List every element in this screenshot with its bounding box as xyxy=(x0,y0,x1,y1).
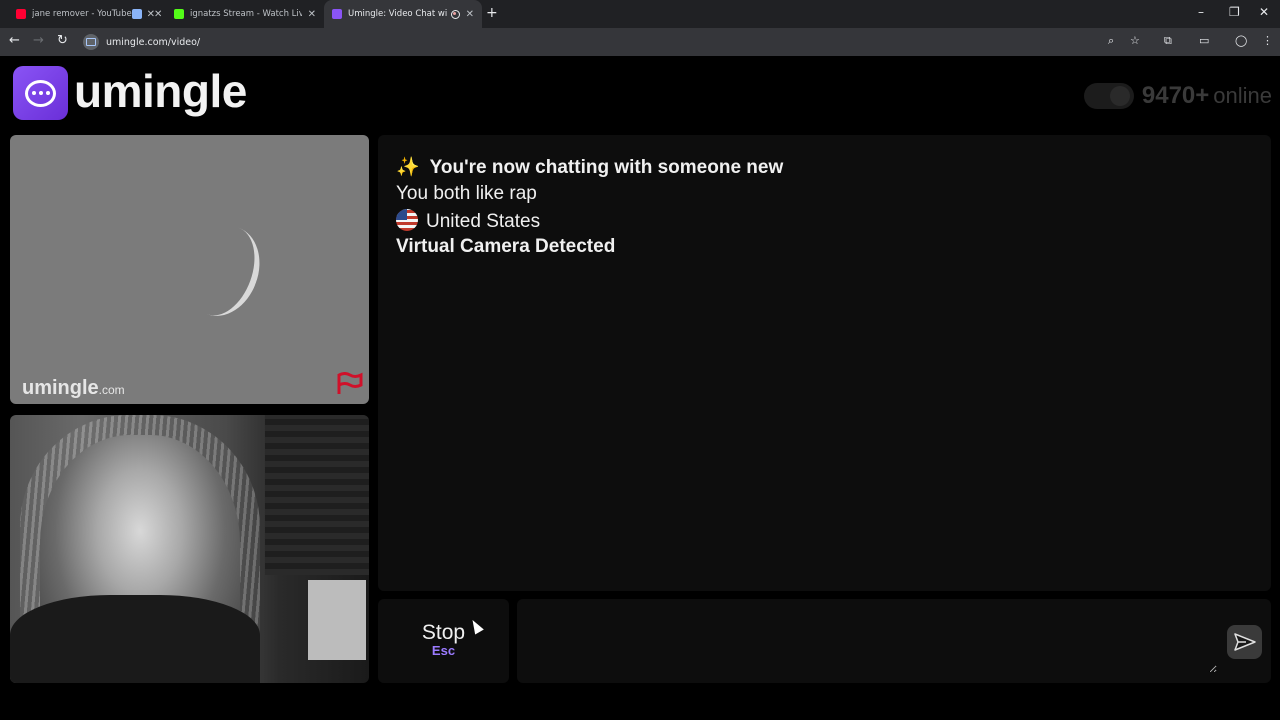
theme-toggle[interactable] xyxy=(1083,83,1134,109)
address-bar[interactable]: umingle.com/video/ xyxy=(82,31,1152,53)
new-tab-plus-icon[interactable]: + xyxy=(486,5,498,21)
chat-line: You're now chatting with someone new xyxy=(429,157,784,178)
online-status: 9470+ online xyxy=(1083,82,1272,110)
close-icon[interactable]: ✕ xyxy=(466,9,474,20)
self-video xyxy=(10,415,369,683)
chat-virtual-camera-warning: Virtual Camera Detected xyxy=(396,236,616,257)
background-object xyxy=(308,580,366,660)
chat-bubble-icon xyxy=(25,79,56,107)
tab-umingle[interactable]: Umingle: Video Chat with S ✕ xyxy=(324,0,482,28)
browser-tab-bar: jane remover - YouTube ✕ ✕ ignatzs Strea… xyxy=(0,0,1280,28)
chat-log: ✨ You're now chatting with someone new Yo… xyxy=(378,135,1271,591)
chat-common-interest: You both like rap xyxy=(396,183,537,204)
online-label: online xyxy=(1213,83,1272,108)
tab-kick-stream[interactable]: ignatzs Stream - Watch Live on ✕ xyxy=(166,0,324,28)
loading-spinner-icon xyxy=(174,215,272,327)
tab-unnamed[interactable]: ✕ xyxy=(124,0,164,28)
minimize-icon[interactable]: – xyxy=(1198,5,1204,19)
tab-favicon-icon xyxy=(132,9,142,19)
stop-button[interactable]: Stop Esc xyxy=(378,599,509,683)
url-text: umingle.com/video/ xyxy=(106,36,201,48)
recording-indicator-icon xyxy=(450,9,460,19)
back-arrow-icon[interactable]: ← xyxy=(9,33,20,48)
page: umingle 9470+ online umingle.com ✨ You're… xyxy=(0,56,1280,720)
logo-text[interactable]: umingle xyxy=(74,64,247,118)
us-flag-icon xyxy=(396,209,418,231)
message-composer xyxy=(517,599,1271,683)
tab-title: Umingle: Video Chat with S xyxy=(348,9,447,19)
chat-system-message: ✨ You're now chatting with someone new xyxy=(396,155,783,179)
menu-kebab-icon[interactable]: ⋮ xyxy=(1262,34,1273,47)
send-button[interactable] xyxy=(1227,625,1262,659)
stop-shortcut: Esc xyxy=(431,643,456,658)
profile-icon[interactable]: ◯ xyxy=(1235,34,1247,47)
browser-toolbar: ← → ↻ umingle.com/video/ ⌕ ☆ ⧉ ▭ ◯ ⋮ xyxy=(0,28,1280,56)
self-video-body xyxy=(10,595,260,683)
sparkles-icon: ✨ xyxy=(396,157,420,178)
close-icon[interactable]: ✕ xyxy=(308,9,316,20)
restore-icon[interactable]: ❐ xyxy=(1229,5,1240,19)
chat-country: United States xyxy=(396,209,540,233)
logo-chat-icon[interactable] xyxy=(13,66,68,120)
umingle-favicon-icon xyxy=(332,9,342,19)
stranger-video: umingle.com xyxy=(10,135,369,404)
watermark-brand: umingle xyxy=(22,377,99,399)
forward-arrow-icon[interactable]: → xyxy=(33,33,44,48)
reload-icon[interactable]: ↻ xyxy=(57,33,68,48)
report-flag-icon[interactable] xyxy=(335,372,363,396)
zoom-icon[interactable]: ⌕ xyxy=(1108,34,1114,48)
window-close-icon[interactable]: ✕ xyxy=(1259,5,1269,19)
stop-label: Stop xyxy=(421,621,466,644)
site-info-icon[interactable] xyxy=(83,34,99,50)
close-icon[interactable]: ✕ xyxy=(154,9,162,20)
watermark-suffix: .com xyxy=(98,383,125,397)
youtube-favicon-icon xyxy=(16,9,26,19)
online-count: 9470+ xyxy=(1141,82,1210,109)
acoustic-panel xyxy=(265,415,369,575)
side-panel-icon[interactable]: ▭ xyxy=(1199,34,1209,47)
kick-favicon-icon xyxy=(174,9,184,19)
tab-title: ignatzs Stream - Watch Live on xyxy=(190,9,302,19)
send-arrow-icon xyxy=(1233,633,1256,651)
message-input[interactable] xyxy=(527,609,1217,673)
country-name: United States xyxy=(426,211,541,232)
bookmark-star-icon[interactable]: ☆ xyxy=(1130,34,1140,47)
extensions-icon[interactable]: ⧉ xyxy=(1164,34,1172,48)
watermark: umingle.com xyxy=(22,377,125,400)
